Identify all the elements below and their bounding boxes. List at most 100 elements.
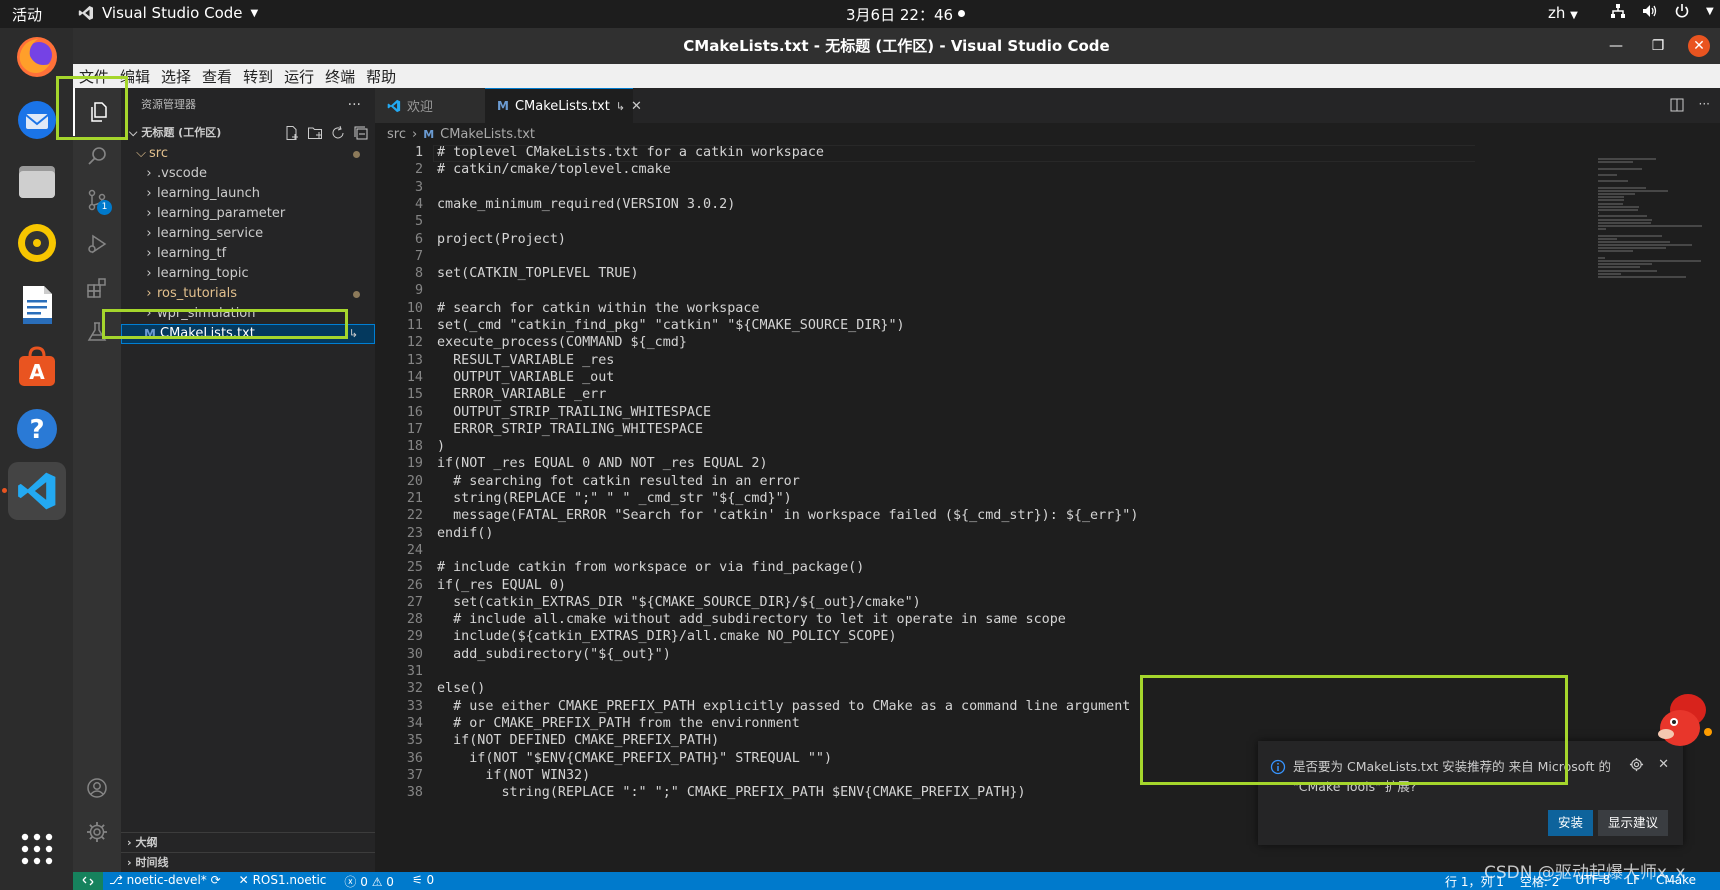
tree-file-cmakelists[interactable]: M CMakeLists.txt ↳ — [121, 324, 375, 344]
branch-status[interactable]: ⎇ noetic-devel* ⟳ — [109, 873, 221, 890]
input-language[interactable]: zh ▼ — [1548, 4, 1578, 22]
chevron-right-icon: › — [146, 266, 152, 281]
files-icon[interactable] — [8, 152, 66, 210]
app-menu[interactable]: Visual Studio Code ▼ — [78, 4, 258, 22]
line-number: 1 — [414, 145, 423, 160]
run-debug-icon[interactable] — [73, 220, 121, 268]
tree-folder-learning-service[interactable]: › learning_service — [121, 224, 375, 244]
line-number: 7 — [414, 248, 423, 264]
new-folder-icon[interactable] — [307, 125, 323, 141]
refresh-icon[interactable] — [330, 125, 346, 141]
minimize-icon[interactable]: — — [1604, 34, 1628, 58]
tree-folder-learning-topic[interactable]: › learning_topic — [121, 264, 375, 284]
tree-label: learning_launch — [157, 186, 260, 201]
menu-file[interactable]: 文件 — [73, 64, 114, 88]
minimap-line — [1598, 196, 1625, 199]
more-actions-icon[interactable]: ··· — [1699, 97, 1710, 113]
menu-run[interactable]: 运行 — [278, 64, 319, 88]
gear-icon[interactable] — [1629, 757, 1644, 772]
line-number: 26 — [406, 577, 423, 593]
ros-status[interactable]: ✕ ROS1.noetic — [239, 873, 327, 890]
install-button[interactable]: 安装 — [1548, 810, 1594, 836]
ports-count: 0 — [426, 873, 435, 887]
account-icon[interactable] — [73, 764, 121, 812]
tree-folder-learning-parameter[interactable]: › learning_parameter — [121, 204, 375, 224]
close-notification-icon[interactable]: ✕ — [1658, 757, 1669, 772]
show-suggestions-button[interactable]: 显示建议 — [1598, 810, 1669, 836]
tab-welcome[interactable]: 欢迎 — [375, 88, 495, 123]
svg-text:A: A — [29, 360, 45, 384]
explorer-title: 资源管理器 — [141, 98, 196, 111]
tree-folder-src[interactable]: ⌵ src — [121, 144, 375, 164]
new-file-icon[interactable] — [284, 125, 300, 141]
menu-help[interactable]: 帮助 — [360, 64, 401, 88]
line-number: 29 — [406, 629, 423, 645]
ports-status[interactable]: ⚟ 0 — [412, 873, 434, 890]
cmake-file-icon: M — [423, 127, 435, 141]
maximize-icon[interactable]: ❐ — [1646, 34, 1670, 58]
tree-folder-vscode[interactable]: › .vscode — [121, 164, 375, 184]
volume-icon — [1643, 5, 1657, 17]
code-line: string(REPLACE ";" " " _cmd_str "${_cmd}… — [437, 491, 792, 506]
search-icon[interactable] — [73, 132, 121, 180]
tree-folder-learning-tf[interactable]: › learning_tf — [121, 244, 375, 264]
minimap-line — [1598, 247, 1667, 250]
vscode-dock-icon[interactable] — [2, 462, 66, 520]
menu-selection[interactable]: 选择 — [155, 64, 196, 88]
testing-flask-icon[interactable] — [73, 308, 121, 356]
window-titlebar[interactable]: CMakeLists.txt - 无标题 (工作区) - Visual Stud… — [73, 28, 1720, 64]
firefox-icon[interactable] — [8, 28, 66, 86]
code-line: # use either CMAKE_PREFIX_PATH explicitl… — [437, 698, 1131, 714]
minimap-line — [1598, 173, 1618, 176]
system-tray[interactable]: ▼ — [1610, 3, 1714, 19]
line-number: 28 — [406, 612, 423, 628]
activities-button[interactable]: 活动 — [12, 4, 42, 25]
code-line: else() — [437, 681, 486, 697]
tree-label: learning_topic — [157, 266, 249, 281]
help-icon[interactable]: ? — [8, 400, 66, 458]
code-line: # or CMAKE_PREFIX_PATH from the environm… — [437, 715, 800, 731]
breadcrumb-file[interactable]: CMakeLists.txt — [440, 127, 535, 142]
rhythmbox-icon[interactable] — [8, 214, 66, 272]
more-actions-icon[interactable]: ··· — [348, 88, 361, 122]
problems-status[interactable]: ⓧ 0 ⚠ 0 — [344, 873, 394, 890]
split-editor-icon[interactable] — [1669, 97, 1685, 113]
minimap[interactable] — [1598, 158, 1720, 318]
tree-folder-wpr-simulation[interactable]: › wpr_simulation — [121, 304, 375, 324]
line-number: 21 — [406, 491, 423, 506]
menu-edit[interactable]: 编辑 — [114, 64, 155, 88]
line-number: 24 — [406, 542, 423, 558]
line-number: 13 — [406, 352, 423, 368]
thunderbird-icon[interactable] — [8, 90, 66, 148]
settings-gear-icon[interactable] — [73, 808, 121, 856]
remote-indicator-icon[interactable] — [73, 872, 103, 890]
source-control-icon[interactable]: 1 — [73, 176, 121, 224]
outline-section[interactable]: › 大纲 — [121, 832, 375, 852]
menu-go[interactable]: 转到 — [237, 64, 278, 88]
menu-view[interactable]: 查看 — [196, 64, 237, 88]
collapse-all-icon[interactable] — [353, 125, 369, 141]
line-number: 25 — [406, 560, 423, 576]
workspace-header[interactable]: ⌵ 无标题 (工作区) — [121, 122, 375, 144]
tab-cmakelists[interactable]: M CMakeLists.txt ↳ ✕ — [485, 88, 642, 123]
minimap-line — [1598, 228, 1607, 231]
close-tab-icon[interactable]: ✕ — [631, 99, 642, 114]
app-center-icon[interactable]: A — [8, 338, 66, 396]
minimap-line — [1598, 256, 1606, 259]
extensions-icon[interactable] — [73, 264, 121, 312]
explorer-icon[interactable] — [73, 88, 123, 136]
code-line: cmake_minimum_required(VERSION 3.0.2) — [437, 196, 736, 212]
clock[interactable]: 3月6日 22：46 — [846, 4, 953, 25]
show-apps-icon[interactable] — [8, 820, 66, 878]
libreoffice-writer-icon[interactable] — [8, 276, 66, 334]
breadcrumb-folder[interactable]: src — [387, 127, 406, 142]
tree-folder-ros-tutorials[interactable]: › ros_tutorials — [121, 284, 375, 304]
close-window-icon[interactable]: ✕ — [1688, 35, 1710, 57]
notification-message: 是否要为 CMakeLists.txt 安装推荐的 来自 Microsoft 的… — [1293, 757, 1613, 797]
timeline-section[interactable]: › 时间线 — [121, 852, 375, 872]
menu-terminal[interactable]: 终端 — [319, 64, 360, 88]
tree-folder-learning-launch[interactable]: › learning_launch — [121, 184, 375, 204]
code-line: if(NOT WIN32) — [437, 767, 591, 783]
csdn-watermark: CSDN @驱动起爆大师x_x — [1484, 863, 1686, 883]
line-number: 12 — [406, 335, 423, 351]
